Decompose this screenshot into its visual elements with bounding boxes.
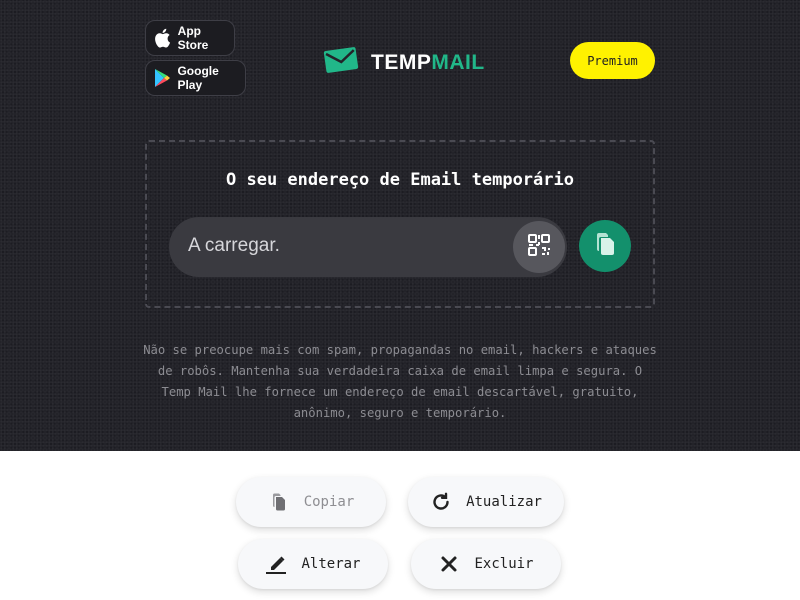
refresh-icon: [430, 491, 452, 513]
edit-icon: [265, 553, 287, 575]
email-address-value: A carregar.: [188, 235, 280, 256]
delete-label: Excluir: [474, 556, 534, 572]
close-icon: [438, 553, 460, 575]
copy-button[interactable]: Copiar: [236, 477, 386, 527]
logo-text-mail: MAIL: [431, 50, 485, 74]
qr-code-icon: [527, 233, 551, 262]
email-title: O seu endereço de Email temporário: [226, 170, 574, 190]
mail-logo-icon: [323, 46, 359, 79]
google-play-label: Google Play: [177, 64, 219, 92]
copy-email-button[interactable]: [579, 220, 631, 272]
refresh-label: Atualizar: [466, 494, 542, 510]
logo-text: TEMPMAIL: [371, 51, 485, 75]
premium-button[interactable]: Premium: [570, 42, 655, 79]
copy-icon: [268, 491, 290, 513]
change-label: Alterar: [301, 556, 361, 572]
copy-icon: [594, 232, 616, 261]
logo-text-temp: TEMP: [371, 50, 432, 74]
change-button[interactable]: Alterar: [238, 539, 388, 589]
tempmail-logo[interactable]: TEMPMAIL: [323, 46, 485, 79]
refresh-button[interactable]: Atualizar: [408, 477, 564, 527]
google-play-icon: [152, 68, 171, 88]
app-store-button[interactable]: App Store: [145, 20, 235, 56]
qr-code-button[interactable]: [513, 221, 565, 273]
google-play-button[interactable]: Google Play: [145, 60, 246, 96]
description-text: Não se preocupe mais com spam, propagand…: [143, 343, 657, 420]
apple-icon: [152, 28, 172, 48]
app-store-label: App Store: [177, 24, 209, 52]
copy-label: Copiar: [303, 494, 355, 510]
delete-button[interactable]: Excluir: [411, 539, 561, 589]
